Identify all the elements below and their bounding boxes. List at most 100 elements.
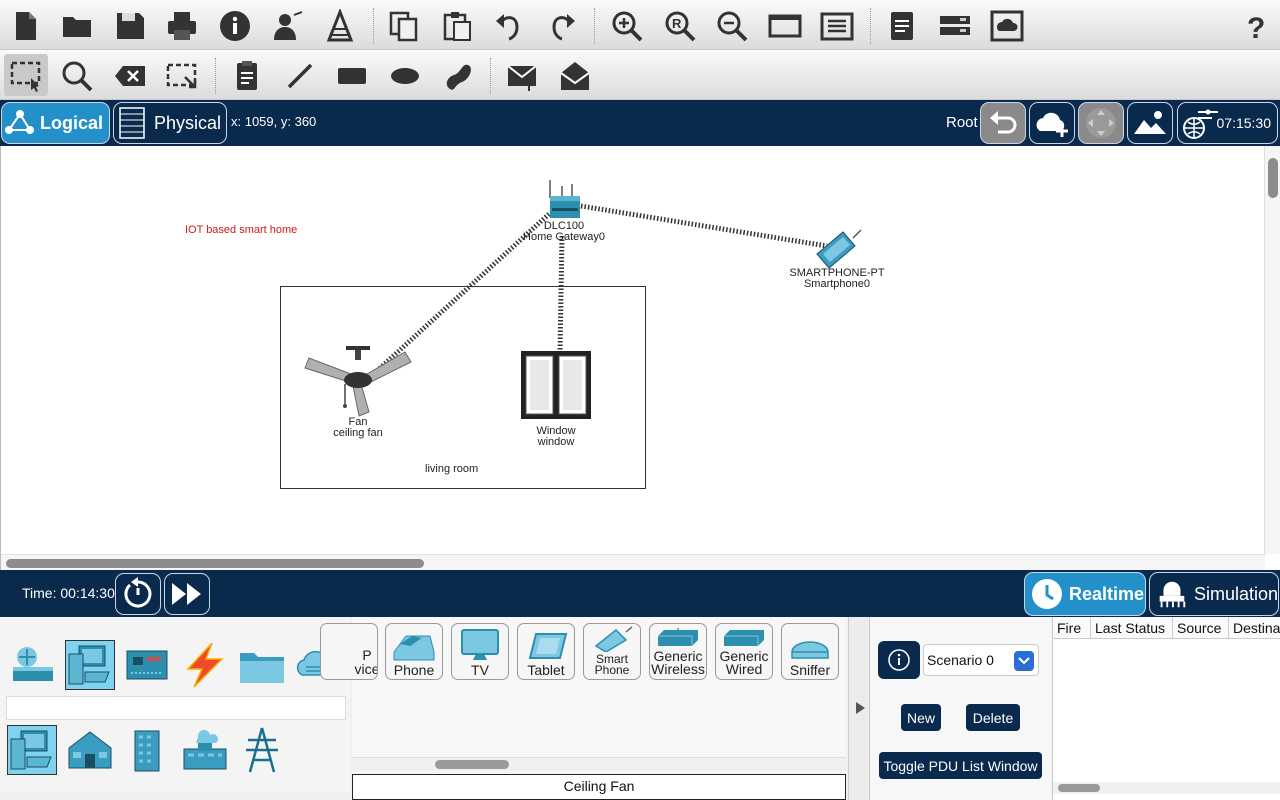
move-object-button[interactable]	[1078, 102, 1124, 144]
undo-icon[interactable]	[490, 7, 528, 45]
draw-line-icon[interactable]	[281, 57, 319, 95]
components-category-icon[interactable]	[122, 640, 172, 690]
back-button[interactable]	[980, 102, 1026, 144]
power-grid-subcategory-icon[interactable]	[237, 725, 287, 775]
resize-shape-icon[interactable]	[163, 57, 201, 95]
new-cluster-button[interactable]	[1029, 102, 1075, 144]
device-list-scrollbar[interactable]	[352, 757, 846, 771]
workspace-note[interactable]: IOT based smart home	[180, 222, 303, 238]
network-info-icon[interactable]	[321, 7, 359, 45]
new-scenario-button[interactable]: New	[901, 704, 941, 731]
freeform-icon[interactable]	[438, 57, 476, 95]
device-tile-phone[interactable]: Phone	[385, 623, 443, 680]
toggle-pdu-list-button[interactable]: Toggle PDU List Window	[879, 752, 1042, 779]
device-tile-label: Generic Wired	[719, 648, 769, 677]
scenario-info-button[interactable]	[878, 641, 920, 679]
add-complex-pdu-icon[interactable]	[556, 57, 594, 95]
help-icon[interactable]: ?	[1236, 7, 1274, 45]
list-window-icon[interactable]	[818, 7, 856, 45]
user-profile-icon[interactable]	[268, 7, 306, 45]
fast-forward-icon	[172, 583, 201, 605]
viewport-clock-button[interactable]: 07:15:30	[1177, 102, 1278, 144]
pdu-list-scrollbar[interactable]	[1053, 782, 1280, 794]
pdu-column-last-status[interactable]: Last Status	[1091, 617, 1173, 638]
draw-rectangle-icon[interactable]	[333, 57, 371, 95]
device-tile-partial[interactable]: Pvice	[320, 623, 378, 680]
delete-scenario-button[interactable]: Delete	[966, 704, 1020, 731]
server-icon[interactable]	[936, 7, 974, 45]
ceiling-fan-icon[interactable]	[303, 344, 413, 420]
window-icon[interactable]	[766, 7, 804, 45]
save-icon[interactable]	[111, 7, 149, 45]
industrial-subcategory-icon[interactable]	[180, 725, 230, 775]
horizontal-scroll-thumb[interactable]	[6, 559, 424, 568]
home-subcategory-icon[interactable]	[65, 725, 115, 775]
expand-arrow-icon[interactable]	[854, 701, 866, 715]
device-tile-label: Generic Wireless	[651, 648, 705, 677]
chevron-down-icon[interactable]	[1014, 651, 1034, 671]
select-tool-icon[interactable]	[4, 54, 48, 96]
fan-name: ceiling fan	[333, 427, 383, 439]
new-file-icon[interactable]	[6, 7, 44, 45]
workspace-horizontal-scrollbar[interactable]	[1, 554, 1265, 570]
end-devices-subcategory-icon[interactable]	[7, 725, 57, 775]
device-tile-label: Phone	[393, 662, 435, 678]
device-tile-tablet[interactable]: Tablet	[517, 623, 575, 680]
redo-icon[interactable]	[543, 7, 581, 45]
zoom-out-icon[interactable]	[713, 7, 751, 45]
physical-view-tab[interactable]: Physical	[113, 102, 227, 144]
device-tile-generic-wireless[interactable]: Generic Wireless	[649, 623, 707, 680]
draw-ellipse-icon[interactable]	[386, 57, 424, 95]
gateway-label: DLC100 Home Gateway0	[521, 221, 607, 243]
connections-category-icon[interactable]	[180, 640, 230, 690]
panel-splitter[interactable]	[848, 617, 870, 800]
svg-text:?: ?	[1247, 12, 1265, 43]
device-selection-area: Pvice Phone TV Tablet Smart Phone Generic…	[0, 617, 1280, 800]
pdu-column-source[interactable]: Source	[1173, 617, 1229, 638]
device-tile-tv[interactable]: TV	[451, 623, 509, 680]
smartphone-device-icon[interactable]	[813, 228, 865, 270]
end-devices-category-icon[interactable]	[65, 640, 115, 690]
device-list-scroll-thumb[interactable]	[435, 760, 509, 769]
device-search-box[interactable]	[6, 696, 346, 720]
network-devices-category-icon[interactable]	[8, 640, 58, 690]
home-gateway-icon[interactable]	[546, 180, 582, 224]
smart-city-subcategory-icon[interactable]	[122, 725, 172, 775]
device-tile-sniffer[interactable]: Sniffer	[781, 623, 839, 680]
document-icon[interactable]	[883, 7, 921, 45]
pdu-column-destination[interactable]: Destina	[1229, 617, 1280, 638]
simulation-mode-tab[interactable]: Simulation	[1149, 572, 1279, 616]
fast-forward-button[interactable]	[164, 573, 210, 615]
pdu-column-fire[interactable]: Fire	[1053, 617, 1091, 638]
toolbar-separator	[373, 8, 374, 44]
pdu-list-scroll-thumb[interactable]	[1058, 784, 1100, 792]
edit-toolbar	[0, 50, 1280, 100]
print-icon[interactable]	[163, 7, 201, 45]
logical-workspace[interactable]: IOT based smart home DLC100 Home Gateway…	[0, 146, 1280, 570]
device-tile-generic-wired[interactable]: Generic Wired	[715, 623, 773, 680]
info-icon[interactable]	[216, 7, 254, 45]
device-tile-smartphone[interactable]: Smart Phone	[583, 623, 641, 680]
vertical-scroll-thumb[interactable]	[1268, 158, 1278, 198]
zoom-in-icon[interactable]	[608, 7, 646, 45]
power-cycle-button[interactable]	[115, 573, 161, 615]
cloud-window-icon[interactable]	[988, 7, 1026, 45]
window-label: Window window	[516, 426, 596, 448]
copy-icon[interactable]	[385, 7, 423, 45]
gateway-name: Home Gateway0	[523, 231, 605, 243]
realtime-mode-tab[interactable]: Realtime	[1024, 572, 1146, 616]
zoom-reset-icon[interactable]: R	[661, 7, 699, 45]
miscellaneous-category-icon[interactable]	[237, 640, 287, 690]
add-simple-pdu-icon[interactable]	[503, 57, 541, 95]
set-background-button[interactable]	[1127, 102, 1173, 144]
paste-icon[interactable]	[438, 7, 476, 45]
window-device-icon[interactable]	[520, 350, 592, 420]
scenario-select[interactable]: Scenario 0	[923, 644, 1039, 676]
inspect-icon[interactable]	[58, 57, 96, 95]
delete-icon[interactable]	[111, 57, 149, 95]
logical-view-tab[interactable]: Logical	[1, 102, 110, 144]
workspace-vertical-scrollbar[interactable]	[1264, 146, 1280, 554]
room-label[interactable]: living room	[419, 462, 485, 476]
place-note-icon[interactable]	[228, 57, 266, 95]
open-folder-icon[interactable]	[58, 7, 96, 45]
